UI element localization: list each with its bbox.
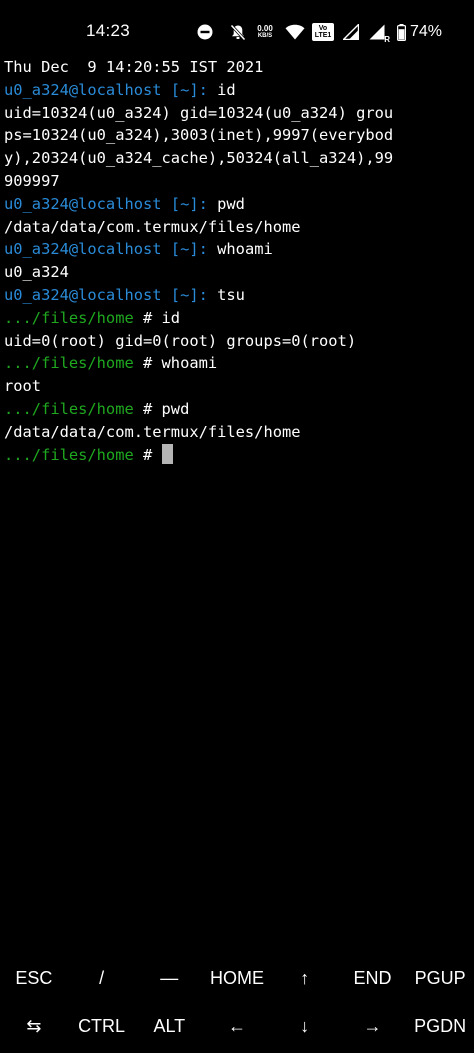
key-pgup[interactable]: PGUP xyxy=(406,954,474,1002)
key-left-arrow[interactable]: ← xyxy=(203,1002,271,1050)
key-tab[interactable]: ⇆ xyxy=(0,1002,68,1050)
user-host: u0_a324@localhost xyxy=(4,240,171,259)
user-host: u0_a324@localhost xyxy=(4,80,171,99)
signal-roaming-icon: R xyxy=(366,23,390,44)
root-prompt-path: .../files/home xyxy=(4,354,134,373)
terminal-output-line: root xyxy=(4,377,42,396)
terminal-prompt-line: .../files/home # id xyxy=(4,307,470,330)
roaming-label: R xyxy=(384,35,390,44)
terminal-cursor xyxy=(161,443,173,464)
terminal-output-line: y),20324(u0_a324_cache),50324(all_a324),… xyxy=(4,149,394,168)
command-text: # id xyxy=(133,308,181,327)
terminal-output-line: ps=10324(u0_a324),3003(inet),9997(everyb… xyxy=(4,126,394,145)
terminal-prompt-line: u0_a324@localhost [~]: tsu xyxy=(4,284,470,307)
terminal-output-line: u0_a324 xyxy=(4,263,69,282)
user-host: u0_a324@localhost xyxy=(4,194,171,213)
extra-keys-bar: ESC / — HOME ↑ END PGUP ⇆ CTRL ALT ← ↓ →… xyxy=(0,954,474,1053)
command-text: # xyxy=(133,445,162,464)
key-end[interactable]: END xyxy=(339,954,407,1002)
volte-icon: Vo LTE1 xyxy=(312,23,334,41)
terminal-prompt-line: u0_a324@localhost [~]: id xyxy=(4,79,470,102)
volte-label-num: 1 xyxy=(327,32,332,39)
key-down-arrow[interactable]: ↓ xyxy=(271,1002,339,1050)
status-icons: 0.00 KB/S Vo LTE1 R 74% xyxy=(196,18,442,46)
user-host: u0_a324@localhost xyxy=(4,285,171,304)
terminal-prompt-line: .../files/home # whoami xyxy=(4,352,470,375)
command-text: # pwd xyxy=(133,399,190,418)
key-up-arrow[interactable]: ↑ xyxy=(271,954,339,1002)
key-home[interactable]: HOME xyxy=(203,954,271,1002)
key-right-arrow[interactable]: → xyxy=(339,1002,407,1050)
terminal-active-prompt[interactable]: .../files/home # xyxy=(4,443,470,467)
extra-keys-row-1: ESC / — HOME ↑ END PGUP xyxy=(0,954,474,1002)
wifi-icon xyxy=(284,23,306,41)
network-speed-unit: KB/S xyxy=(257,32,273,39)
current-dir: [~]: xyxy=(170,194,218,213)
volte-label: Vo LTE1 xyxy=(312,23,334,41)
terminal-output-line: uid=0(root) gid=0(root) groups=0(root) xyxy=(4,331,357,350)
key-dash[interactable]: — xyxy=(135,954,203,1002)
terminal-line-date: Thu Dec 9 14:20:55 IST 2021 xyxy=(4,58,264,76)
command-text: id xyxy=(217,80,236,99)
volte-label-mid: LTE xyxy=(314,32,328,39)
command-text: pwd xyxy=(217,194,245,213)
command-text: tsu xyxy=(217,285,245,304)
key-pgdn[interactable]: PGDN xyxy=(406,1002,474,1050)
current-dir: [~]: xyxy=(170,285,218,304)
terminal-prompt-line: u0_a324@localhost [~]: whoami xyxy=(4,238,470,261)
command-text: # whoami xyxy=(133,354,218,373)
do-not-disturb-icon xyxy=(196,23,214,41)
status-bar: 14:23 0.00 KB/S Vo LTE1 R 74% xyxy=(0,0,474,60)
terminal-output-line: 909997 xyxy=(4,171,60,190)
terminal-output-line: /data/data/com.termux/files/home xyxy=(4,422,301,441)
network-speed-indicator: 0.00 KB/S xyxy=(252,23,278,40)
terminal-output-line: /data/data/com.termux/files/home xyxy=(4,217,301,236)
root-prompt-path: .../files/home xyxy=(4,399,134,418)
key-slash[interactable]: / xyxy=(68,954,136,1002)
root-prompt-path: .../files/home xyxy=(4,445,134,464)
volte-label-top: Vo xyxy=(318,25,328,32)
terminal-view[interactable]: Thu Dec 9 14:20:55 IST 2021 u0_a324@loca… xyxy=(4,56,470,466)
muted-bell-icon xyxy=(228,23,248,41)
battery-icon xyxy=(396,23,406,41)
key-ctrl[interactable]: CTRL xyxy=(68,1002,136,1050)
command-text: whoami xyxy=(217,240,273,259)
network-speed-value: 0.00 xyxy=(257,23,273,33)
battery-percent: 74% xyxy=(410,23,443,40)
status-time: 14:23 xyxy=(86,21,131,40)
signal-icon xyxy=(342,23,360,41)
terminal-output-line: uid=10324(u0_a324) gid=10324(u0_a324) gr… xyxy=(4,103,394,122)
root-prompt-path: .../files/home xyxy=(4,308,134,327)
current-dir: [~]: xyxy=(170,80,218,99)
current-dir: [~]: xyxy=(170,240,218,259)
key-alt[interactable]: ALT xyxy=(135,1002,203,1050)
terminal-prompt-line: u0_a324@localhost [~]: pwd xyxy=(4,193,470,216)
extra-keys-row-2: ⇆ CTRL ALT ← ↓ → PGDN xyxy=(0,1002,474,1050)
key-esc[interactable]: ESC xyxy=(0,954,68,1002)
terminal-prompt-line: .../files/home # pwd xyxy=(4,398,470,421)
